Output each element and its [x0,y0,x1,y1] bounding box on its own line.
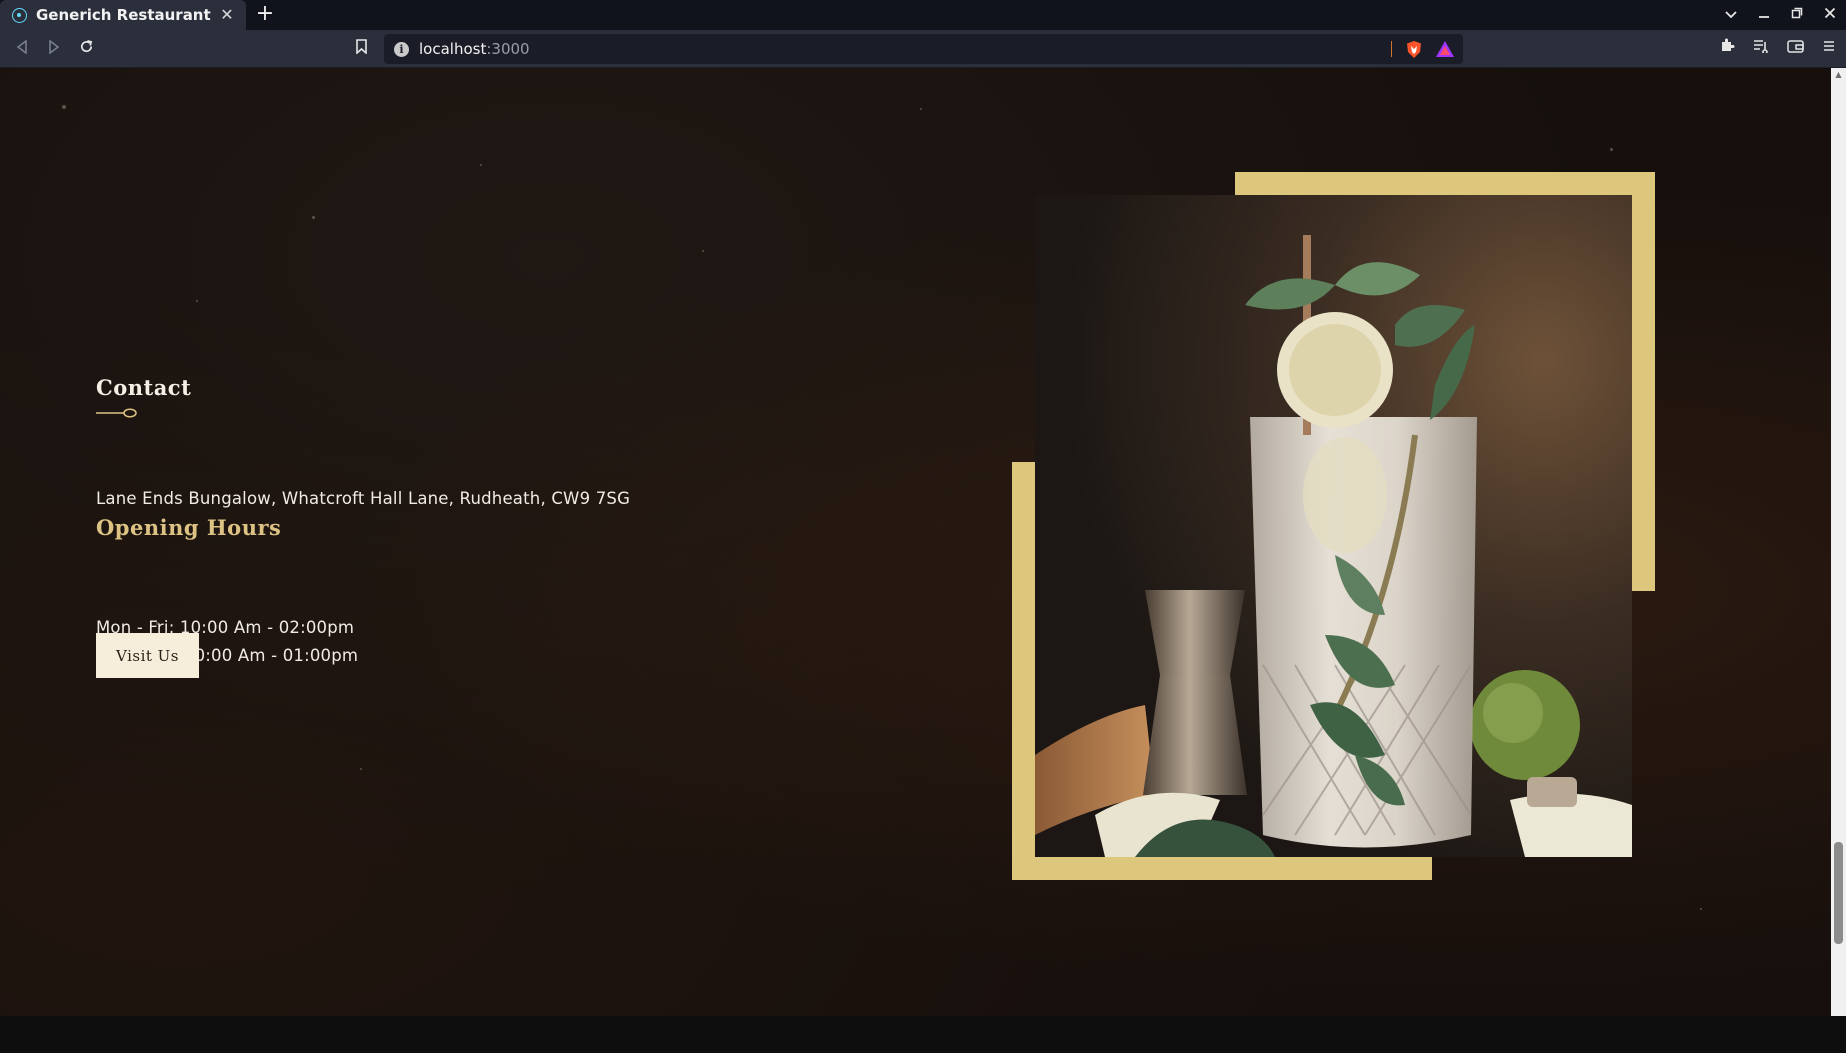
brave-shield-icon[interactable] [1405,40,1423,59]
page-scrollbar[interactable]: ▲ [1831,68,1846,1016]
reading-list-icon[interactable] [1744,30,1778,68]
url-text: localhost:3000 [419,40,530,58]
browser-tab-active[interactable]: Generich Restaurant ✕ [0,0,246,30]
scrollbar-thumb[interactable] [1834,842,1843,944]
url-divider [1391,41,1392,57]
url-host: localhost [419,40,487,58]
browser-tab-strip: Generich Restaurant ✕ + [0,0,1846,30]
react-favicon-icon [12,7,27,23]
frame-bottom-bar [1012,857,1432,880]
window-controls [1714,0,1846,30]
wallet-icon[interactable] [1778,30,1812,68]
minimize-icon[interactable] [1747,0,1780,30]
toolbar-right-icons [1710,30,1846,68]
menu-icon[interactable] [1812,30,1846,68]
address-bar[interactable]: i localhost:3000 [384,34,1463,64]
site-info-icon[interactable]: i [394,41,409,57]
visit-us-button[interactable]: Visit Us [96,633,199,678]
forward-icon[interactable] [41,36,67,62]
brave-rewards-icon[interactable] [1435,40,1455,58]
url-port: :3000 [486,40,530,58]
contact-address: Lane Ends Bungalow, Whatcroft Hall Lane,… [96,489,631,508]
frame-right-bar [1632,172,1655,591]
reload-icon[interactable] [73,36,99,62]
browser-toolbar: i localhost:3000 [0,30,1846,68]
extensions-icon[interactable] [1710,30,1744,68]
back-icon[interactable] [9,36,35,62]
maximize-icon[interactable] [1780,0,1813,30]
tab-close-icon[interactable]: ✕ [218,6,236,24]
page-footer-strip [0,1016,1846,1053]
cocktail-photo [1035,195,1632,857]
scroll-up-arrow-icon[interactable]: ▲ [1831,68,1846,81]
close-window-icon[interactable] [1813,0,1846,30]
contact-title: Contact [96,375,192,400]
frame-left-bar [1012,462,1035,880]
spoon-divider-icon [96,408,137,418]
bookmark-icon[interactable] [350,37,372,61]
tab-search-icon[interactable] [1714,0,1747,30]
tab-title: Generich Restaurant [36,6,211,24]
frame-top-bar [1235,172,1655,195]
new-tab-button[interactable]: + [250,0,280,30]
opening-hours-heading: Opening Hours [96,515,282,540]
page-viewport: Contact Lane Ends Bungalow, Whatcroft Ha… [0,68,1831,1016]
contact-section: Contact Lane Ends Bungalow, Whatcroft Ha… [0,68,1831,1016]
